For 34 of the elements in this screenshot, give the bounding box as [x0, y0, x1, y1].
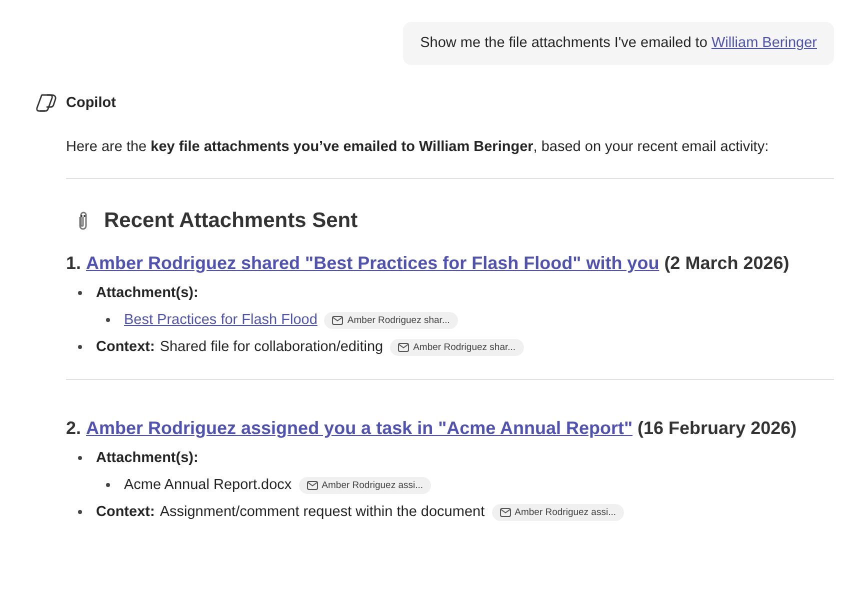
bullet-icon [78, 291, 82, 295]
user-message: Show me the file attachments I've emailed to William Beringer [403, 22, 834, 65]
bullet-icon [78, 510, 82, 514]
bullet-icon [106, 483, 110, 487]
mail-icon [500, 508, 511, 516]
item-number: 2. [66, 418, 82, 439]
attachment-name: Acme Annual Report.docx [124, 477, 292, 493]
mail-icon [398, 342, 410, 352]
bullet-icon [78, 345, 82, 349]
item-date: (2 March 2026) [664, 253, 790, 274]
bullet-icon [106, 318, 110, 322]
mail-icon [306, 480, 318, 490]
section-heading: Recent Attachments Sent [104, 209, 358, 233]
field-label: Attachment(s): [96, 285, 198, 301]
field-label: Context: [96, 339, 155, 355]
source-chip[interactable]: Amber Rodriguez shar... [324, 312, 458, 328]
bullet-icon [78, 456, 82, 460]
email-link[interactable]: Amber Rodriguez assigned you a task in "Acme Annual Report" [86, 418, 633, 439]
mail-icon [332, 316, 344, 324]
assistant-name: Copilot [66, 95, 116, 111]
field-label: Context: [96, 504, 155, 520]
contact-link[interactable]: William Beringer [711, 35, 817, 51]
source-chip[interactable]: Amber Rodriguez assi... [298, 476, 432, 494]
item-number: 1. [66, 253, 82, 274]
copilot-logo-icon [35, 93, 57, 113]
source-chip[interactable]: Amber Rodriguez shar... [390, 338, 524, 356]
item-date: (16 February 2026) [638, 418, 797, 439]
context-text: Assignment/comment request within the document [160, 504, 485, 520]
source-chip[interactable]: Amber Rodriguez assi... [492, 504, 624, 520]
intro-text: Here are the key file attachments you’ve emailed to William Beringer, based on your recent email activity: [66, 138, 770, 157]
attachment-link[interactable]: Best Practices for Flash Flood [124, 312, 318, 328]
field-label: Attachment(s): [96, 450, 198, 466]
email-link[interactable]: Amber Rodriguez shared "Best Practices for Flash Flood" with you [86, 253, 660, 274]
context-text: Shared file for collaboration/editing [160, 339, 384, 355]
